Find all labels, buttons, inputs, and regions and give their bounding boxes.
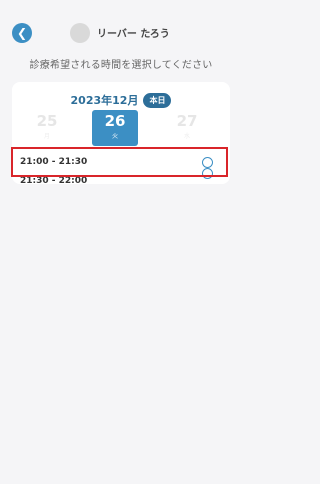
day-number: 27 xyxy=(176,112,198,130)
avatar xyxy=(70,23,90,43)
day-27[interactable]: 27 水 xyxy=(164,110,210,146)
day-weekday: 月 xyxy=(43,133,50,140)
user-name: リーバー たろう xyxy=(97,29,170,40)
day-number: 25 xyxy=(36,112,58,130)
day-weekday: 火 xyxy=(111,133,118,140)
day-26-selected[interactable]: 26 火 xyxy=(92,110,138,146)
instruction-text: 診療希望される時間を選択してください xyxy=(29,60,213,71)
time-slot-label: 21:30 - 22:00 xyxy=(20,176,88,186)
month-row: 2023年12月 本日 xyxy=(12,92,230,108)
month-label: 2023年12月 xyxy=(70,94,139,107)
day-25[interactable]: 25 月 xyxy=(24,110,70,146)
back-button[interactable]: ❮ xyxy=(12,23,32,43)
header: ❮ リーバー たろう xyxy=(0,0,242,50)
today-badge[interactable]: 本日 xyxy=(143,92,172,108)
day-weekday: 水 xyxy=(183,133,190,140)
selection-highlight xyxy=(11,147,228,177)
day-number: 26 xyxy=(104,112,126,130)
chevron-left-icon: ❮ xyxy=(16,26,28,40)
